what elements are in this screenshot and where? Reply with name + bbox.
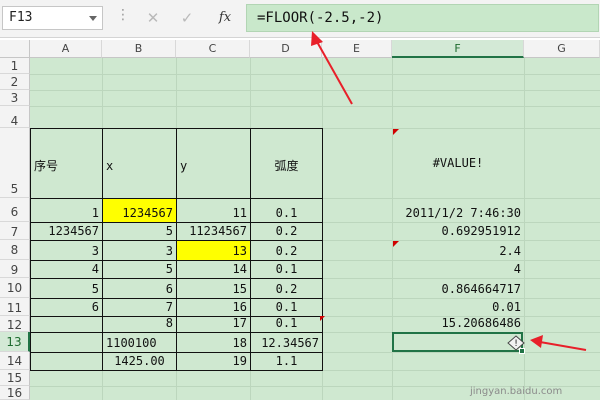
cell-d9[interactable]: 0.1 xyxy=(250,260,323,279)
formula-bar: F13 ⋮ ✕ ✓ fx =FLOOR(-2.5,-2) xyxy=(0,0,600,38)
cancel-icon[interactable]: ✕ xyxy=(140,6,166,30)
cell-b5[interactable]: x xyxy=(102,128,177,199)
cell-c7[interactable]: 11234567 xyxy=(176,222,251,241)
cell-c13[interactable]: 18 xyxy=(176,332,251,353)
cell-b14[interactable]: 1425.00 xyxy=(102,352,177,371)
cell-a14[interactable] xyxy=(30,352,103,371)
cell-b12[interactable]: 8 xyxy=(102,316,177,333)
column-header-e[interactable]: E xyxy=(322,40,392,58)
cell-d11[interactable]: 0.1 xyxy=(250,298,323,317)
column-header-b[interactable]: B xyxy=(102,40,176,58)
cell-d7[interactable]: 0.2 xyxy=(250,222,323,241)
cell-f9[interactable]: 4 xyxy=(392,260,524,278)
cell-c11[interactable]: 16 xyxy=(176,298,251,317)
cell-f10[interactable]: 0.864664717 xyxy=(392,278,524,298)
cell-c5[interactable]: y xyxy=(176,128,251,199)
warning-diamond-icon[interactable]: ! xyxy=(506,335,528,351)
column-header-f[interactable]: F xyxy=(392,40,524,58)
cell-a10[interactable]: 5 xyxy=(30,278,103,299)
gridline xyxy=(30,106,600,107)
watermark-text: jingyan.baidu.com xyxy=(470,386,563,397)
select-all-corner[interactable] xyxy=(0,40,30,58)
active-cell-selection[interactable] xyxy=(392,332,523,352)
cell-f5[interactable]: #VALUE! xyxy=(392,156,524,172)
cell-f8[interactable]: 2.4 xyxy=(392,240,524,260)
cell-a12[interactable] xyxy=(30,316,103,333)
cell-d14[interactable]: 1.1 xyxy=(250,352,323,371)
cell-a5[interactable]: 序号 xyxy=(30,128,103,199)
column-header-a[interactable]: A xyxy=(30,40,102,58)
cell-a13[interactable] xyxy=(30,332,103,353)
cell-b8[interactable]: 3 xyxy=(102,240,177,261)
cell-b11[interactable]: 7 xyxy=(102,298,177,317)
row-header-5[interactable]: 5 xyxy=(0,128,30,198)
cell-f6[interactable]: 2011/1/2 7:46:30 xyxy=(392,198,524,222)
row-header-10[interactable]: 10 xyxy=(0,278,30,298)
column-header-d[interactable]: D xyxy=(250,40,322,58)
error-indicator-icon[interactable] xyxy=(320,316,325,321)
cell-d5[interactable]: 弧度 xyxy=(250,128,323,199)
formula-input[interactable]: =FLOOR(-2.5,-2) xyxy=(246,4,599,32)
cell-d13[interactable]: 12.34567 xyxy=(250,332,323,353)
cell-b10[interactable]: 6 xyxy=(102,278,177,299)
cell-b7[interactable]: 5 xyxy=(102,222,177,241)
chevron-down-icon[interactable] xyxy=(89,16,97,21)
row-header-1[interactable]: 1 xyxy=(0,58,30,74)
name-box[interactable]: F13 xyxy=(2,6,103,30)
cell-c12[interactable]: 17 xyxy=(176,316,251,333)
cell-b6[interactable]: 1234567 xyxy=(102,198,177,223)
cell-c9[interactable]: 14 xyxy=(176,260,251,279)
cell-f12[interactable]: 15.20686486 xyxy=(392,316,524,332)
cell-f11[interactable]: 0.01 xyxy=(392,298,524,316)
row-header-8[interactable]: 8 xyxy=(0,240,30,260)
cell-b13[interactable]: 1100100 xyxy=(102,332,177,353)
cell-d10[interactable]: 0.2 xyxy=(250,278,323,299)
cell-c14[interactable]: 19 xyxy=(176,352,251,371)
svg-text:!: ! xyxy=(514,339,518,349)
cell-b9[interactable]: 5 xyxy=(102,260,177,279)
cell-a8[interactable]: 3 xyxy=(30,240,103,261)
gridline xyxy=(30,90,600,91)
name-box-value: F13 xyxy=(9,10,33,25)
row-header-9[interactable]: 9 xyxy=(0,260,30,278)
gridline xyxy=(30,74,600,75)
formula-text: =FLOOR(-2.5,-2) xyxy=(257,10,384,26)
more-options-icon[interactable]: ⋮ xyxy=(116,8,130,22)
cell-c10[interactable]: 15 xyxy=(176,278,251,299)
insert-function-icon[interactable]: fx xyxy=(212,6,238,30)
column-header-g[interactable]: G xyxy=(524,40,600,58)
cell-d12[interactable]: 0.1 xyxy=(250,316,323,333)
row-header-6[interactable]: 6 xyxy=(0,198,30,222)
row-header-4[interactable]: 4 xyxy=(0,106,30,128)
row-header-3[interactable]: 3 xyxy=(0,90,30,106)
row-header-12[interactable]: 12 xyxy=(0,316,30,332)
row-header-11[interactable]: 11 xyxy=(0,298,30,316)
cell-f7[interactable]: 0.692951912 xyxy=(392,222,524,240)
cell-d8[interactable]: 0.2 xyxy=(250,240,323,261)
column-header-c[interactable]: C xyxy=(176,40,250,58)
enter-icon[interactable]: ✓ xyxy=(174,6,200,30)
error-indicator-icon[interactable] xyxy=(393,129,399,135)
cell-a9[interactable]: 4 xyxy=(30,260,103,279)
error-indicator-icon[interactable] xyxy=(393,241,399,247)
cell-a7[interactable]: 1234567 xyxy=(30,222,103,241)
cell-a11[interactable]: 6 xyxy=(30,298,103,317)
cell-c8[interactable]: 13 xyxy=(176,240,251,261)
cell-a6[interactable]: 1 xyxy=(30,198,103,223)
cell-d6[interactable]: 0.1 xyxy=(250,198,323,223)
row-header-2[interactable]: 2 xyxy=(0,74,30,90)
worksheet-grid[interactable]: 序号 x y 弧度 1 1234567 11 0.1 1234567 5 112… xyxy=(30,58,600,400)
row-header-16[interactable]: 16 xyxy=(0,386,30,400)
cell-c6[interactable]: 11 xyxy=(176,198,251,223)
row-header-13[interactable]: 13 xyxy=(0,332,30,352)
row-header-15[interactable]: 15 xyxy=(0,370,30,386)
row-header-7[interactable]: 7 xyxy=(0,222,30,240)
row-header-14[interactable]: 14 xyxy=(0,352,30,370)
